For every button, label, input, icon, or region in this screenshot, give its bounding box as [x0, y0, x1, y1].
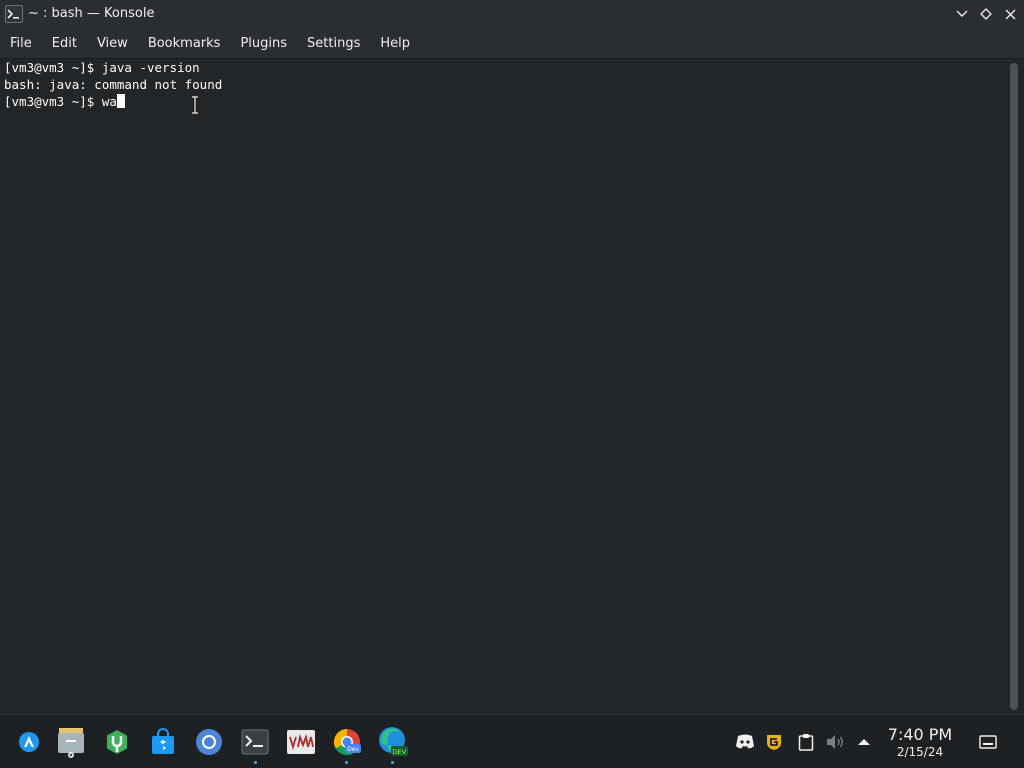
guard-shield-icon — [767, 735, 781, 750]
chevron-down-icon — [956, 10, 968, 17]
minimize-button[interactable] — [953, 5, 971, 23]
discord-icon — [736, 734, 754, 749]
maximize-button[interactable] — [977, 5, 995, 23]
application-launcher-icon — [19, 732, 39, 752]
active-app-indicator — [254, 761, 257, 764]
terminal-input-line: [vm3@vm3 ~]$ wa — [4, 93, 1002, 110]
svg-text:DEV: DEV — [393, 748, 407, 756]
svg-text:Dev: Dev — [347, 746, 359, 753]
clipboard-icon — [798, 734, 814, 751]
expand-tray-icon — [858, 739, 870, 745]
close-icon — [1005, 9, 1015, 19]
edge-dev-button[interactable]: DEV — [377, 726, 409, 758]
menu-settings[interactable]: Settings — [302, 29, 365, 58]
clock-time: 7:40 PM — [887, 725, 953, 744]
guard-tray-button[interactable] — [764, 732, 784, 752]
expand-tray-button[interactable] — [854, 732, 874, 752]
vnc-viewer-icon — [287, 730, 315, 754]
system-settings-button[interactable] — [101, 726, 133, 758]
volume-icon — [827, 735, 843, 749]
konsole-taskbar-button[interactable] — [239, 726, 271, 758]
ibeam-cursor-icon — [192, 96, 198, 114]
chromium-icon — [196, 729, 222, 755]
file-manager-button[interactable] — [55, 726, 87, 758]
menu-bookmarks[interactable]: Bookmarks — [143, 29, 226, 58]
running-app-indicator — [345, 761, 348, 764]
menu-bar: File Edit View Bookmarks Plugins Setting… — [0, 29, 1024, 58]
vnc-viewer-button[interactable] — [285, 726, 317, 758]
chrome-dev-button[interactable]: Dev — [331, 726, 363, 758]
scrollbar-thumb[interactable] — [1010, 63, 1018, 710]
taskbar: Dev DEV 7:40 PM 2/15/24 — [0, 714, 1024, 768]
discord-tray-button[interactable] — [735, 732, 755, 752]
edge-dev-icon: DEV — [379, 727, 408, 756]
discover-store-icon — [152, 728, 174, 754]
terminal-line: bash: java: command not found — [4, 77, 223, 92]
chrome-dev-icon: Dev — [333, 728, 361, 756]
volume-tray-button[interactable] — [825, 732, 845, 752]
menu-file[interactable]: File — [5, 29, 37, 58]
close-button[interactable] — [1001, 5, 1019, 23]
text-cursor — [116, 94, 125, 108]
menu-edit[interactable]: Edit — [47, 29, 82, 58]
clock-widget[interactable]: 7:40 PM 2/15/24 — [884, 725, 956, 759]
discover-store-button[interactable] — [147, 726, 179, 758]
show-desktop-button[interactable] — [978, 732, 998, 752]
application-launcher-button[interactable] — [13, 726, 45, 758]
konsole-icon — [241, 729, 269, 755]
menu-help[interactable]: Help — [375, 29, 415, 58]
menu-view[interactable]: View — [92, 29, 133, 58]
terminal-line: [vm3@vm3 ~]$ java -version — [4, 60, 200, 75]
running-app-indicator — [391, 761, 394, 764]
chromium-button[interactable] — [193, 726, 225, 758]
menu-plugins[interactable]: Plugins — [235, 29, 292, 58]
window-titlebar[interactable]: ~ : bash — Konsole — [0, 0, 1024, 29]
clock-date: 2/15/24 — [896, 745, 944, 759]
terminal-view[interactable]: [vm3@vm3 ~]$ java -version bash: java: c… — [0, 59, 1006, 714]
diamond-icon — [980, 8, 992, 20]
show-desktop-icon — [979, 735, 997, 749]
terminal-current-command: [vm3@vm3 ~]$ wa — [4, 94, 117, 109]
system-settings-icon — [107, 730, 127, 754]
clipboard-tray-button[interactable] — [796, 732, 816, 752]
window-title: ~ : bash — Konsole — [28, 6, 155, 21]
file-manager-icon — [58, 728, 84, 758]
